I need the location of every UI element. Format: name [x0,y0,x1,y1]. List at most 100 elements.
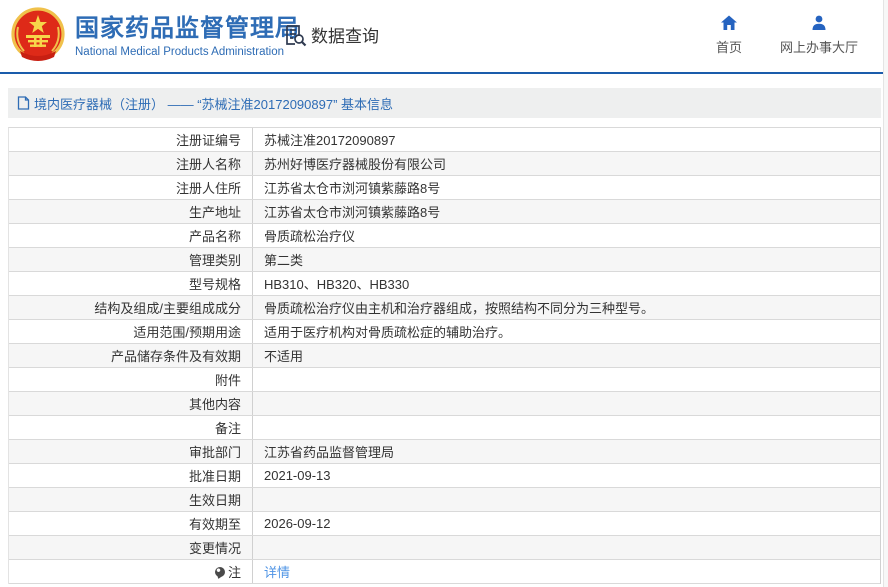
row-label-text: 其他内容 [188,397,241,412]
row-value-text: 2026-09-12 [264,516,331,531]
table-row: 其他内容 [9,392,880,416]
row-label-text: 注册人住所 [175,181,241,196]
site-subtitle: National Medical Products Administration [75,46,285,58]
row-label: 生产地址 [9,200,253,223]
row-label-text: 管理类别 [188,253,241,268]
row-value-text: 2021-09-13 [264,468,331,483]
row-value-text: 不适用 [264,349,304,364]
table-row: 变更情况 [9,536,880,560]
row-label-text: 生效日期 [188,493,241,508]
table-row: 附件 [9,368,880,392]
nav-item-label: 网上办事大厅 [779,40,858,55]
nav-item-label: 首页 [715,40,742,55]
top-nav: 首页 网上办事大厅 [716,14,858,56]
row-label-text: 产品名称 [188,229,241,244]
table-row: 注 详情 [9,560,880,584]
row-value-text: 苏州好博医疗器械股份有限公司 [264,157,447,172]
row-label: 适用范围/预期用途 [9,320,253,343]
breadcrumb: 境内医疗器械（注册） —— “苏械注准20172090897” 基本信息 [8,88,881,118]
row-value: 2026-09-12 [253,512,880,535]
row-value: 骨质疏松治疗仪由主机和治疗器组成，按照结构不同分为三种型号。 [253,296,880,319]
table-row: 产品名称 骨质疏松治疗仪 [9,224,880,248]
row-label-text: 附件 [214,373,241,388]
row-value: HB310、HB320、HB330 [253,272,880,295]
row-label-text: 备注 [214,421,241,436]
site-logo[interactable]: 国家药品监督管理局 National Medical Products Admi… [10,7,300,65]
row-label-text: 批准日期 [188,469,241,484]
row-label: 备注 [9,416,253,439]
row-value: 2021-09-13 [253,464,880,487]
table-row: 产品储存条件及有效期 不适用 [9,344,880,368]
row-value-text: 苏械注准20172090897 [264,133,396,148]
site-header: 国家药品监督管理局 National Medical Products Admi… [0,0,888,72]
registration-table: 注册证编号 苏械注准20172090897 注册人名称 苏州好博医疗器械股份有限公司注… [8,127,881,584]
data-query-label: 数据查询 [311,27,379,46]
row-label-text: 变更情况 [188,541,241,556]
row-value-text: 骨质疏松治疗仪由主机和治疗器组成，按照结构不同分为三种型号。 [264,301,655,316]
row-value: 苏械注准20172090897 [253,128,880,151]
row-label: 产品储存条件及有效期 [9,344,253,367]
national-emblem-icon [11,7,65,61]
data-query-section[interactable]: 数据查询 [283,22,379,47]
home-icon [720,15,737,30]
row-value [253,368,880,391]
row-label: 生效日期 [9,488,253,511]
table-row: 备注 [9,416,880,440]
row-value: 第二类 [253,248,880,271]
table-row: 适用范围/预期用途 适用于医疗机构对骨质疏松症的辅助治疗。 [9,320,880,344]
detail-link[interactable]: 详情 [264,562,290,581]
table-row: 有效期至 2026-09-12 [9,512,880,536]
row-label: 变更情况 [9,536,253,559]
row-label-text: 注册证编号 [175,133,241,148]
row-label-text: 型号规格 [188,277,241,292]
document-search-icon [286,24,307,46]
balloon-icon [214,566,225,577]
row-label-text: 审批部门 [188,445,241,460]
logo-text: 国家药品监督管理局 National Medical Products Admi… [75,14,300,58]
row-value-text: 第二类 [264,253,304,268]
row-value [253,416,880,439]
row-label: 有效期至 [9,512,253,535]
row-value-text: 江苏省太仓市浏河镇紫藤路8号 [264,205,441,220]
table-row: 审批部门 江苏省药品监督管理局 [9,440,880,464]
header-divider [0,72,888,74]
row-value: 江苏省药品监督管理局 [253,440,880,463]
breadcrumb-text: 境内医疗器械（注册） —— “苏械注准20172090897” 基本信息 [34,96,394,112]
table-row: 生产地址 江苏省太仓市浏河镇紫藤路8号 [9,200,880,224]
row-value: 详情 [253,560,880,583]
row-label-text: 适用范围/预期用途 [133,325,241,340]
row-value-text: 骨质疏松治疗仪 [264,229,356,244]
nav-item-home[interactable]: 首页 [716,14,742,56]
row-value-text: 江苏省太仓市浏河镇紫藤路8号 [264,181,441,196]
table-row: 管理类别 第二类 [9,248,880,272]
row-value: 江苏省太仓市浏河镇紫藤路8号 [253,200,880,223]
page-icon [17,96,30,110]
table-row: 批准日期 2021-09-13 [9,464,880,488]
vertical-scrollbar[interactable] [883,0,888,587]
row-value-text: HB310、HB320、HB330 [264,277,410,292]
row-value: 江苏省太仓市浏河镇紫藤路8号 [253,176,880,199]
table-row: 注册证编号 苏械注准20172090897 [9,128,880,152]
row-label-text: 生产地址 [188,205,241,220]
row-label-text: 注册人名称 [175,157,241,172]
row-label: 产品名称 [9,224,253,247]
row-label: 批准日期 [9,464,253,487]
table-row: 结构及组成/主要组成成分 骨质疏松治疗仪由主机和治疗器组成，按照结构不同分为三种型… [9,296,880,320]
row-label: 型号规格 [9,272,253,295]
row-value [253,488,880,511]
person-icon [812,15,826,30]
row-label-text: 结构及组成/主要组成成分 [94,301,241,316]
table-row: 型号规格 HB310、HB320、HB330 [9,272,880,296]
row-label-text: 产品储存条件及有效期 [110,349,241,364]
row-value: 苏州好博医疗器械股份有限公司 [253,152,880,175]
row-value-text: 适用于医疗机构对骨质疏松症的辅助治疗。 [264,325,512,340]
nav-item-online-hall[interactable]: 网上办事大厅 [780,14,858,56]
row-label: 注 [9,560,253,583]
row-label: 审批部门 [9,440,253,463]
row-value: 适用于医疗机构对骨质疏松症的辅助治疗。 [253,320,880,343]
row-label-text: 注 [227,565,241,580]
row-label: 附件 [9,368,253,391]
row-label: 注册人名称 [9,152,253,175]
row-value [253,536,880,559]
row-label: 其他内容 [9,392,253,415]
